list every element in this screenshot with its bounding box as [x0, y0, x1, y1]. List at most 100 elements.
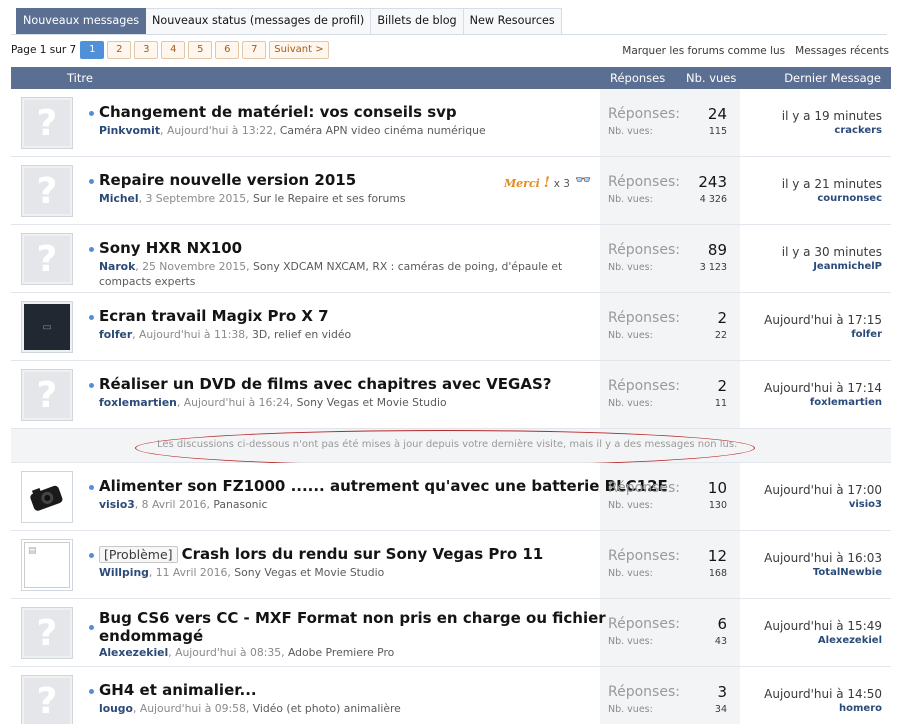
last-message-user[interactable]: JeanmichelP	[813, 261, 882, 272]
tab-nouveaux-status[interactable]: Nouveaux status (messages de profil)	[146, 8, 372, 34]
thread-author[interactable]: lougo	[99, 702, 133, 715]
thread-date[interactable]: 25 Novembre 2015	[142, 260, 246, 273]
thread-title[interactable]: Ecran travail Magix Pro X 7	[99, 307, 329, 325]
notice-text: Les discussions ci-dessous n'ont pas été…	[157, 439, 738, 450]
mark-forums-read-link[interactable]: Marquer les forums comme lus	[622, 45, 785, 57]
header-replies[interactable]: Réponses	[610, 71, 665, 85]
thread-date[interactable]: 11 Avril 2016	[156, 566, 228, 579]
thread-forum[interactable]: Caméra APN video cinéma numérique	[280, 124, 486, 137]
header-last-message[interactable]: Dernier Message	[784, 71, 881, 85]
last-message-time[interactable]: Aujourd'hui à 14:50	[764, 687, 882, 701]
replies-label: Réponses:	[608, 242, 680, 258]
tab-new-resources[interactable]: New Resources	[463, 8, 562, 34]
page-button-2[interactable]: 2	[107, 41, 132, 59]
avatar[interactable]: ?	[21, 369, 73, 421]
avatar[interactable]	[21, 471, 73, 523]
avatar[interactable]: ▭	[21, 301, 73, 353]
views-count: 43	[714, 636, 727, 647]
placeholder-avatar-icon: ?	[24, 372, 70, 418]
last-message-user[interactable]: homero	[839, 703, 882, 714]
last-message-time[interactable]: Aujourd'hui à 15:49	[764, 619, 882, 633]
thread-author[interactable]: Alexezekiel	[99, 646, 168, 659]
unread-dot-icon	[89, 689, 94, 694]
thread-title[interactable]: Bug CS6 vers CC - MXF Format non pris en…	[99, 609, 606, 645]
last-message-time[interactable]: il y a 30 minutes	[782, 245, 882, 259]
last-message-user[interactable]: crackers	[834, 125, 882, 136]
replies-count: 24	[707, 105, 727, 123]
page-button-5[interactable]: 5	[188, 41, 213, 59]
placeholder-avatar-icon: ?	[24, 678, 70, 724]
last-message-user[interactable]: foxlemartien	[810, 397, 882, 408]
thread-author[interactable]: folfer	[99, 328, 132, 341]
merci-badge[interactable]: Merci ! x 3	[504, 175, 570, 191]
page-button-6[interactable]: 6	[215, 41, 240, 59]
avatar[interactable]: ?	[21, 97, 73, 149]
tab-nouveaux-messages[interactable]: Nouveaux messages	[16, 8, 147, 34]
unread-dot-icon	[89, 179, 94, 184]
thread-forum[interactable]: Sony Vegas et Movie Studio	[297, 396, 447, 409]
last-message-time[interactable]: Aujourd'hui à 17:00	[764, 483, 882, 497]
last-message-user[interactable]: visio3	[849, 499, 882, 510]
replies-label: Réponses:	[608, 684, 680, 700]
thread-forum[interactable]: Panasonic	[213, 498, 267, 511]
thread-meta: lougo, Aujourd'hui à 09:58, Vidéo (et ph…	[99, 702, 401, 715]
last-message-time[interactable]: il y a 21 minutes	[782, 177, 882, 191]
thread-author[interactable]: Michel	[99, 192, 139, 205]
replies-count: 6	[717, 615, 727, 633]
thread-date[interactable]: Aujourd'hui à 16:24	[184, 396, 290, 409]
thread-author[interactable]: visio3	[99, 498, 135, 511]
avatar[interactable]: ?	[21, 607, 73, 659]
replies-label: Réponses:	[608, 106, 680, 122]
avatar[interactable]: ?	[21, 165, 73, 217]
last-message-time[interactable]: il y a 19 minutes	[782, 109, 882, 123]
thread-date[interactable]: 3 Septembre 2015	[145, 192, 246, 205]
page-button-3[interactable]: 3	[134, 41, 159, 59]
last-message-time[interactable]: Aujourd'hui à 17:14	[764, 381, 882, 395]
last-message-user[interactable]: TotalNewbie	[813, 567, 882, 578]
avatar[interactable]: ?	[21, 675, 73, 724]
thread-title[interactable]: Changement de matériel: vos conseils svp	[99, 103, 457, 121]
recent-messages-link[interactable]: Messages récents	[795, 45, 889, 57]
next-page-button[interactable]: Suivant >	[269, 41, 329, 59]
thread-forum[interactable]: 3D, relief en vidéo	[252, 328, 351, 341]
unread-dot-icon	[89, 485, 94, 490]
thread-title[interactable]: Réaliser un DVD de films avec chapitres …	[99, 375, 551, 393]
last-message-user[interactable]: cournonsec	[817, 193, 882, 204]
thread-date[interactable]: Aujourd'hui à 08:35	[175, 646, 281, 659]
thread-row: ? Bug CS6 vers CC - MXF Format non pris e…	[11, 599, 891, 667]
avatar[interactable]: ▤	[21, 539, 73, 591]
thread-forum[interactable]: Adobe Premiere Pro	[288, 646, 394, 659]
last-message-user[interactable]: Alexezekiel	[818, 635, 882, 646]
thread-forum[interactable]: Sony Vegas et Movie Studio	[234, 566, 384, 579]
views-label: Nb. vues:	[608, 568, 653, 579]
tab-billets-de-blog[interactable]: Billets de blog	[371, 8, 464, 34]
thread-author[interactable]: foxlemartien	[99, 396, 177, 409]
thread-row: ? Changement de matériel: vos conseils sv…	[11, 89, 891, 157]
thread-forum[interactable]: Vidéo (et photo) animalière	[253, 702, 401, 715]
thread-author[interactable]: Narok	[99, 260, 135, 273]
thread-prefix[interactable]: [Problème]	[99, 546, 178, 563]
page-button-4[interactable]: 4	[161, 41, 186, 59]
thread-author[interactable]: Willping	[99, 566, 149, 579]
replies-label: Réponses:	[608, 548, 680, 564]
last-message-user[interactable]: folfer	[851, 329, 882, 340]
thread-date[interactable]: Aujourd'hui à 13:22	[167, 124, 273, 137]
thread-title[interactable]: [Problème] Crash lors du rendu sur Sony V…	[99, 545, 543, 563]
thread-author[interactable]: Pinkvomit	[99, 124, 160, 137]
thread-date[interactable]: Aujourd'hui à 09:58	[140, 702, 246, 715]
thread-title[interactable]: Sony HXR NX100	[99, 239, 242, 257]
header-views[interactable]: Nb. vues	[686, 71, 736, 85]
avatar[interactable]: ?	[21, 233, 73, 285]
thread-title[interactable]: Repaire nouvelle version 2015	[99, 171, 356, 189]
last-message-time[interactable]: Aujourd'hui à 16:03	[764, 551, 882, 565]
thread-date[interactable]: 8 Avril 2016	[142, 498, 207, 511]
header-title[interactable]: Titre	[67, 71, 93, 85]
thread-title[interactable]: GH4 et animalier...	[99, 681, 257, 699]
page-button-1[interactable]: 1	[80, 41, 105, 59]
page-button-7[interactable]: 7	[242, 41, 267, 59]
last-message-time[interactable]: Aujourd'hui à 17:15	[764, 313, 882, 327]
binoculars-icon[interactable]: 👓	[575, 173, 591, 188]
thread-date[interactable]: Aujourd'hui à 11:38	[139, 328, 245, 341]
thread-title[interactable]: Alimenter son FZ1000 ...... autrement qu…	[99, 477, 668, 495]
thread-forum[interactable]: Sur le Repaire et ses forums	[253, 192, 406, 205]
